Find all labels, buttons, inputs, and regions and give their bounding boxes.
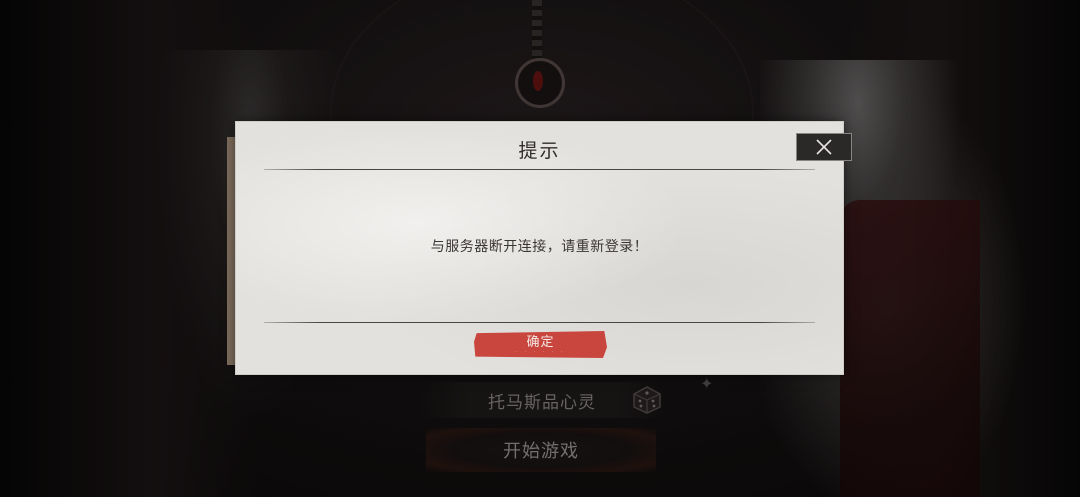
confirm-button[interactable]: 确定 · · · · · · (474, 331, 607, 358)
dialog-title: 提示 (518, 140, 561, 162)
dialog-message: 与服务器断开连接，请重新登录！ (430, 239, 649, 255)
divider-top (264, 169, 815, 170)
confirm-label: 确定 (526, 334, 555, 349)
disconnect-dialog: 提示 与服务器断开连接，请重新登录！ 确定 · · · · · · (236, 122, 843, 374)
confirm-sublabel: · · · · · · (515, 349, 566, 355)
close-icon (816, 139, 832, 155)
divider-bottom (264, 322, 815, 323)
close-button[interactable] (796, 133, 852, 161)
